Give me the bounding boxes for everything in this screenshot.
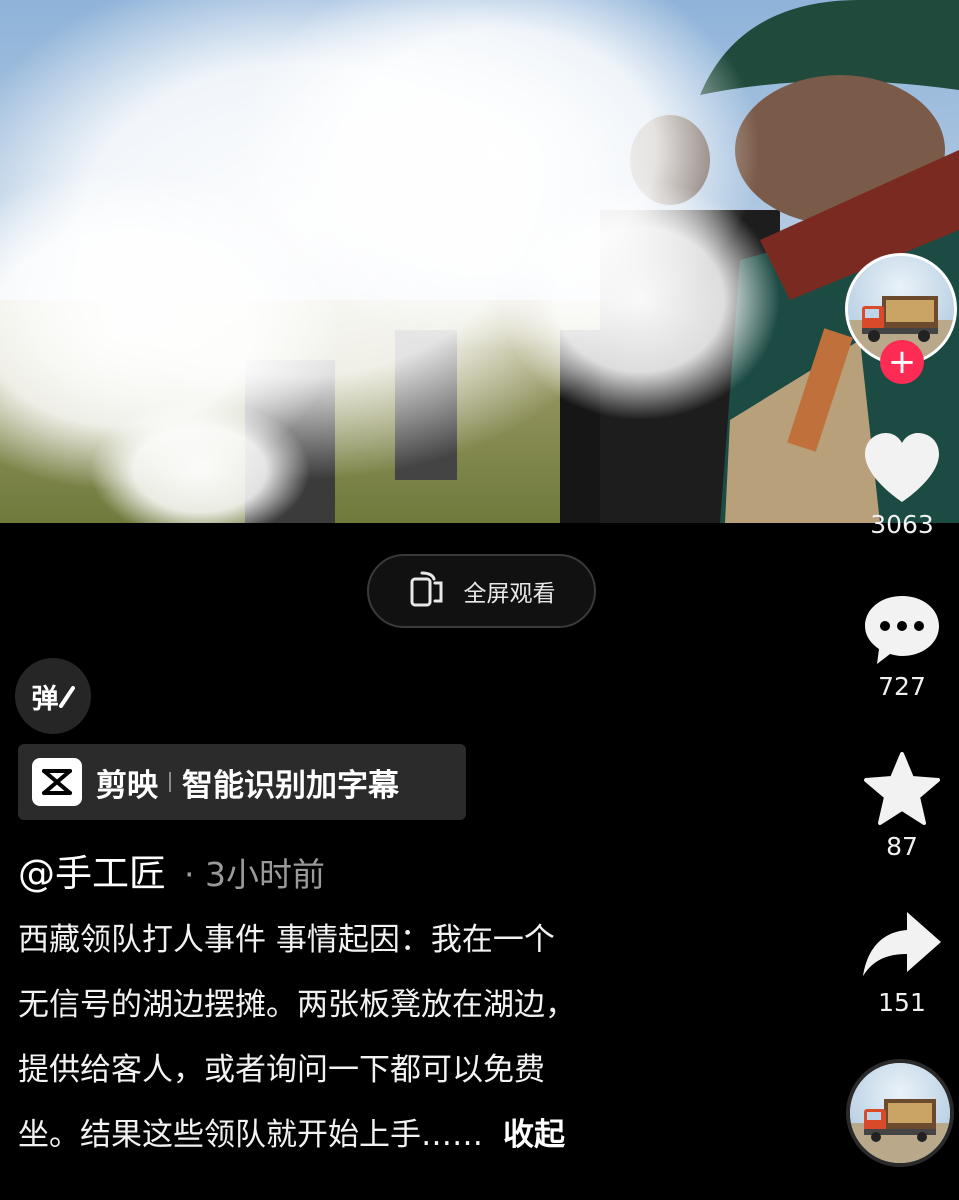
- capcut-slogan: 智能识别加字幕: [182, 767, 399, 804]
- share-count: 151: [878, 988, 926, 1017]
- capcut-banner[interactable]: 剪映 智能识别加字幕: [18, 744, 466, 820]
- fullscreen-button[interactable]: 全屏观看: [367, 554, 596, 628]
- capcut-logo-icon: [32, 758, 82, 806]
- caption-line: 无信号的湖边摆摊。两张板凳放在湖边，: [18, 987, 576, 1023]
- plus-icon: +: [887, 342, 917, 382]
- favorite-count: 87: [886, 832, 918, 861]
- share-arrow-icon[interactable]: [861, 906, 943, 988]
- comment-count: 727: [878, 672, 926, 701]
- star-icon[interactable]: [861, 750, 943, 832]
- heart-icon[interactable]: [861, 428, 943, 510]
- author-line: @手工匠 · 3小时前: [18, 843, 325, 895]
- collapse-link[interactable]: 收起: [503, 1117, 565, 1153]
- rotate-screen-icon: [408, 569, 448, 613]
- disc-truck-image: [850, 1063, 950, 1163]
- post-time: · 3小时前: [184, 855, 325, 894]
- like-count: 3063: [870, 510, 934, 539]
- fullscreen-label: 全屏观看: [463, 581, 556, 607]
- music-disc[interactable]: [846, 1059, 954, 1167]
- danmaku-toggle-button[interactable]: 弹: [15, 658, 91, 734]
- post-caption: 西藏领队打人事件 事情起因：我在一个 无信号的湖边摆摊。两张板凳放在湖边， 提供…: [18, 908, 718, 1168]
- danmaku-slash-icon: [58, 686, 75, 708]
- comment-icon[interactable]: [861, 590, 943, 672]
- caption-last-line: 坐。结果这些领队就开始上手…… 收起: [18, 1103, 718, 1168]
- follow-plus-button[interactable]: +: [880, 340, 924, 384]
- banner-divider: [169, 772, 171, 792]
- caption-line-text: 坐。结果这些领队就开始上手……: [18, 1117, 483, 1153]
- video-frame[interactable]: [0, 0, 959, 523]
- danmaku-icon-label: 弹: [31, 683, 59, 715]
- caption-line: 西藏领队打人事件 事情起因：我在一个: [18, 922, 555, 958]
- video-scene: [0, 0, 959, 523]
- capcut-name: 剪映: [96, 767, 158, 804]
- author-name-link[interactable]: @手工匠: [18, 843, 166, 897]
- caption-line: 提供给客人，或者询问一下都可以免费: [18, 1052, 545, 1088]
